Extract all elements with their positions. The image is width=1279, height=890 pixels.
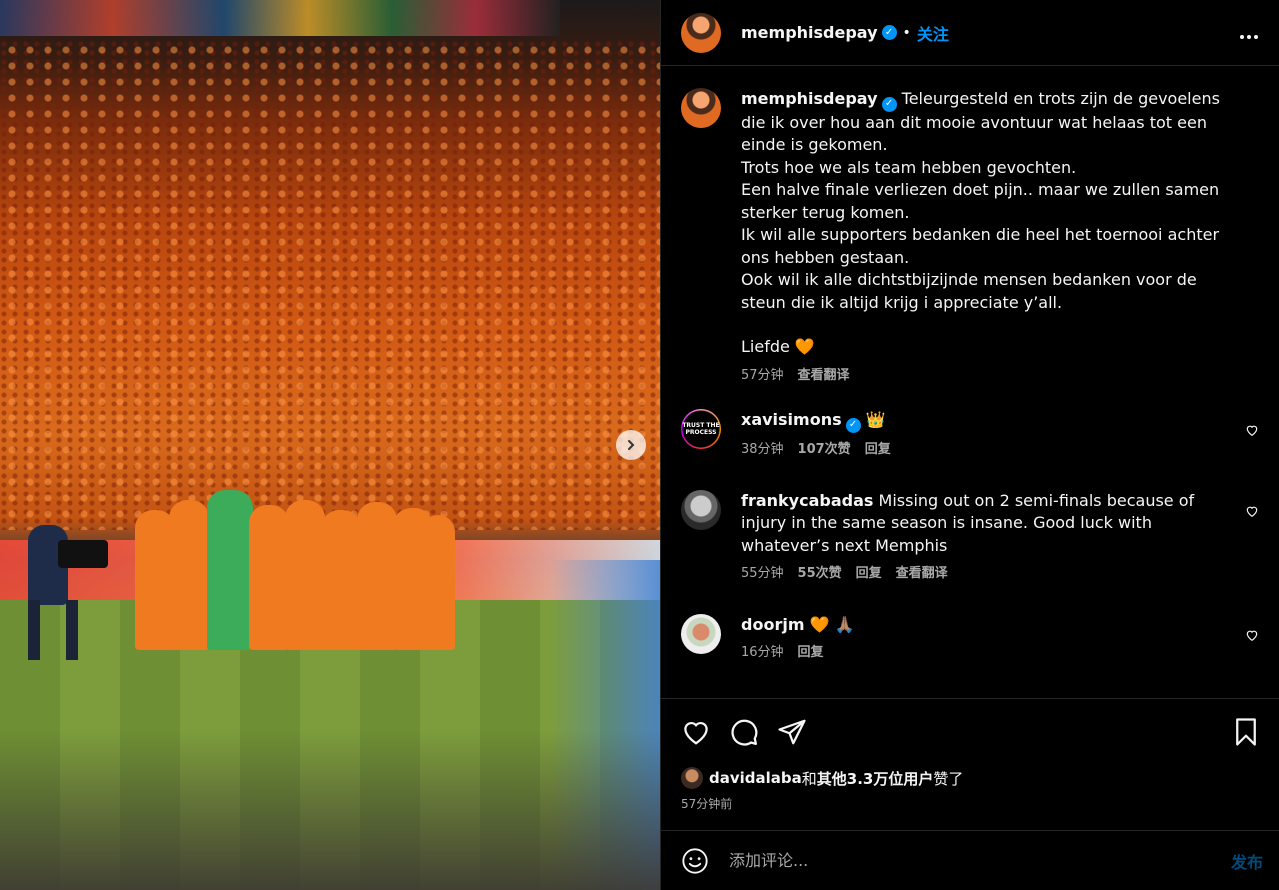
stadium-flags	[0, 0, 560, 36]
caption-line: Ook wil ik alle dichtstbijzijnde mensen …	[741, 270, 1197, 312]
team-huddle	[135, 490, 455, 650]
post-time[interactable]: 57分钟前	[681, 795, 1259, 812]
comments-list[interactable]: memphisdepay ✓ Teleurgesteld en trots zij…	[661, 66, 1279, 698]
caption-meta: 57分钟 查看翻译	[741, 365, 1233, 388]
comment-item: doorjm 🧡 🙏🏽 16分钟 回复	[681, 613, 1259, 665]
comment-time[interactable]: 38分钟	[741, 439, 784, 462]
comment-likes[interactable]: 107次赞	[798, 439, 851, 462]
commenter-avatar[interactable]	[681, 489, 721, 530]
heart-icon[interactable]	[681, 717, 711, 747]
caption-line: Trots hoe we als team hebben gevochten.	[741, 157, 1077, 177]
separator-dot: •	[902, 24, 911, 41]
caption-time[interactable]: 57分钟	[741, 365, 784, 388]
paper-plane-icon[interactable]	[777, 717, 807, 747]
comment-meta: 16分钟 回复	[741, 642, 1233, 665]
see-translation-button[interactable]: 查看翻译	[798, 365, 850, 388]
commenter-username[interactable]: doorjm	[741, 615, 804, 634]
see-translation-button[interactable]: 查看翻译	[896, 563, 948, 586]
avatar-text: TRUST THE PROCESS	[682, 422, 720, 437]
post-actions: davidalaba 和其他3.3万位用户 赞了 57分钟前	[661, 698, 1279, 830]
post-header: memphisdepay ✓ • 关注	[661, 0, 1279, 66]
caption: memphisdepay ✓ Teleurgesteld en trots zij…	[681, 88, 1259, 387]
comment-likes[interactable]: 55次赞	[798, 563, 842, 586]
verified-badge-icon: ✓	[881, 96, 897, 112]
chevron-right-icon	[628, 440, 635, 450]
verified-badge-icon: ✓	[881, 25, 897, 40]
verified-badge-icon: ✓	[845, 418, 861, 433]
caption-author-username[interactable]: memphisdepay	[741, 89, 878, 108]
more-options-button[interactable]	[1239, 21, 1259, 45]
comment-meta: 55分钟 55次赞 回复 查看翻译	[741, 563, 1233, 586]
post-comment-button[interactable]: 发布	[1231, 849, 1263, 873]
reply-button[interactable]: 回复	[856, 563, 882, 586]
action-icons	[681, 713, 1259, 751]
comment-input[interactable]	[729, 851, 1231, 870]
comment-composer: 发布	[661, 830, 1279, 890]
follow-button[interactable]: 关注	[917, 21, 949, 45]
post-side-panel: memphisdepay ✓ • 关注 memphisdepay ✓ Teleur…	[660, 0, 1279, 890]
liker-avatar[interactable]	[681, 767, 703, 789]
comment-meta: 38分钟 107次赞 回复	[741, 439, 1233, 462]
caption-line: Ik wil alle supporters bedanken die heel…	[741, 225, 1220, 267]
cameraman	[8, 505, 108, 665]
likes-joiner: 和	[801, 769, 817, 788]
like-comment-heart-icon[interactable]	[1245, 423, 1259, 437]
likes-suffix: 赞了	[933, 769, 964, 788]
bookmark-icon[interactable]	[1233, 717, 1259, 747]
commenter-avatar[interactable]: TRUST THE PROCESS	[681, 409, 721, 450]
smiley-icon[interactable]	[681, 847, 709, 875]
like-comment-heart-icon[interactable]	[1245, 628, 1259, 642]
author-avatar[interactable]	[681, 12, 721, 53]
more-horizontal-icon	[1240, 34, 1258, 39]
commenter-username[interactable]: frankycabadas	[741, 491, 873, 510]
comment-bubble-icon[interactable]	[729, 717, 759, 747]
comment-time[interactable]: 16分钟	[741, 642, 784, 665]
caption-author-avatar[interactable]	[681, 88, 721, 128]
comment-item: frankycabadas Missing out on 2 semi-fina…	[681, 489, 1259, 586]
like-comment-heart-icon[interactable]	[1245, 504, 1259, 518]
comment-text: 👑	[865, 410, 886, 430]
likes-summary[interactable]: davidalaba 和其他3.3万位用户 赞了	[681, 767, 1259, 789]
reply-button[interactable]: 回复	[865, 439, 891, 462]
liker-username[interactable]: davidalaba	[709, 769, 802, 787]
foreground-haze	[0, 730, 660, 890]
reply-button[interactable]: 回复	[798, 642, 824, 665]
comment-text: 🧡 🙏🏽	[809, 614, 855, 634]
comment-time[interactable]: 55分钟	[741, 563, 784, 586]
author-username[interactable]: memphisdepay	[741, 23, 878, 42]
likes-others[interactable]: 其他3.3万位用户	[817, 768, 934, 789]
next-image-button[interactable]	[616, 430, 646, 460]
caption-signoff: Liefde 🧡	[741, 337, 815, 357]
commenter-avatar[interactable]	[681, 613, 721, 654]
crowd	[0, 40, 660, 530]
caption-line: Een halve finale verliezen doet pijn.. m…	[741, 180, 1220, 222]
post-photo[interactable]	[0, 0, 660, 890]
commenter-username[interactable]: xavisimons	[741, 410, 842, 429]
comment-item: TRUST THE PROCESS xavisimons ✓ 👑 38分钟 107…	[681, 409, 1259, 461]
